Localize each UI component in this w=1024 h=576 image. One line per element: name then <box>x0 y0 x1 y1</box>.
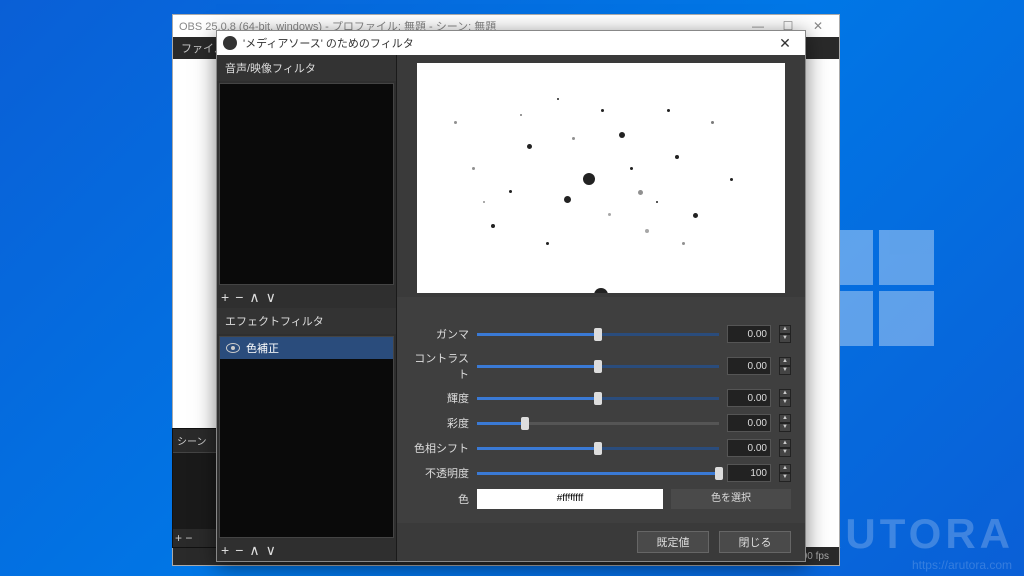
opacity-slider[interactable] <box>477 472 719 475</box>
opacity-label: 不透明度 <box>411 465 469 481</box>
dialog-footer: 既定値 閉じる <box>397 523 805 561</box>
filter-lists-panel: 音声/映像フィルタ + − ∧ ∨ エフェクトフィルタ 色補正 + − ∧ ∨ <box>217 55 397 561</box>
contrast-row: コントラスト ▲▼ <box>411 350 791 382</box>
up-icon[interactable]: ∧ <box>249 289 259 306</box>
av-filter-toolbar: + − ∧ ∨ <box>217 287 396 308</box>
opacity-input[interactable] <box>727 464 771 482</box>
opacity-row: 不透明度 ▲▼ <box>411 464 791 482</box>
down-icon[interactable]: ∨ <box>266 289 276 306</box>
spinner-down-icon[interactable]: ▼ <box>779 448 791 457</box>
saturation-input[interactable] <box>727 414 771 432</box>
spinner-down-icon[interactable]: ▼ <box>779 366 791 375</box>
spinner-up-icon[interactable]: ▲ <box>779 464 791 473</box>
select-color-button[interactable]: 色を選択 <box>671 489 791 509</box>
filter-properties: ガンマ ▲▼ コントラスト ▲▼ 輝度 ▲▼ <box>397 297 805 523</box>
spinner-down-icon[interactable]: ▼ <box>779 423 791 432</box>
spinner-down-icon[interactable]: ▼ <box>779 334 791 343</box>
brightness-label: 輝度 <box>411 390 469 406</box>
brightness-row: 輝度 ▲▼ <box>411 389 791 407</box>
remove-icon[interactable]: − <box>235 289 243 306</box>
saturation-slider[interactable] <box>477 422 719 425</box>
spinner-up-icon[interactable]: ▲ <box>779 325 791 334</box>
remove-icon[interactable]: − <box>185 531 192 545</box>
spinner-up-icon[interactable]: ▲ <box>779 439 791 448</box>
contrast-label: コントラスト <box>411 350 469 382</box>
dialog-title: 'メディアソース' のためのフィルタ <box>243 35 414 51</box>
filter-preview <box>417 63 785 293</box>
spinner-up-icon[interactable]: ▲ <box>779 389 791 398</box>
gamma-slider[interactable] <box>477 333 719 336</box>
remove-icon[interactable]: − <box>235 542 243 559</box>
color-row: 色 #ffffffff 色を選択 <box>411 489 791 509</box>
add-icon[interactable]: + <box>175 531 182 545</box>
gamma-input[interactable] <box>727 325 771 343</box>
hue-label: 色相シフト <box>411 440 469 456</box>
effect-filter-label: エフェクトフィルタ <box>217 308 396 334</box>
hue-row: 色相シフト ▲▼ <box>411 439 791 457</box>
audio-video-filter-list[interactable] <box>219 83 394 285</box>
gamma-label: ガンマ <box>411 326 469 342</box>
up-icon[interactable]: ∧ <box>249 542 259 559</box>
filter-dialog: 'メディアソース' のためのフィルタ ✕ 音声/映像フィルタ + − ∧ ∨ エ… <box>216 30 806 562</box>
spinner-up-icon[interactable]: ▲ <box>779 357 791 366</box>
down-icon[interactable]: ∨ <box>266 542 276 559</box>
hue-input[interactable] <box>727 439 771 457</box>
dialog-close-button[interactable]: ✕ <box>771 35 799 52</box>
close-button[interactable]: 閉じる <box>719 531 791 553</box>
saturation-label: 彩度 <box>411 415 469 431</box>
filter-item-label: 色補正 <box>246 340 279 356</box>
watermark-url: https://arutora.com <box>912 558 1012 572</box>
contrast-input[interactable] <box>727 357 771 375</box>
hue-slider[interactable] <box>477 447 719 450</box>
spinner-down-icon[interactable]: ▼ <box>779 473 791 482</box>
dialog-titlebar[interactable]: 'メディアソース' のためのフィルタ ✕ <box>217 31 805 55</box>
visibility-icon[interactable] <box>226 343 240 353</box>
filter-item-color-correction[interactable]: 色補正 <box>220 337 393 359</box>
add-icon[interactable]: + <box>221 542 229 559</box>
spinner-up-icon[interactable]: ▲ <box>779 414 791 423</box>
gamma-row: ガンマ ▲▼ <box>411 325 791 343</box>
audio-video-filter-label: 音声/映像フィルタ <box>217 55 396 81</box>
brightness-slider[interactable] <box>477 397 719 400</box>
add-icon[interactable]: + <box>221 289 229 306</box>
color-label: 色 <box>411 491 469 507</box>
obs-icon <box>223 36 237 50</box>
close-button[interactable]: ✕ <box>803 19 833 33</box>
contrast-slider[interactable] <box>477 365 719 368</box>
brightness-input[interactable] <box>727 389 771 407</box>
saturation-row: 彩度 ▲▼ <box>411 414 791 432</box>
effect-filter-list[interactable]: 色補正 <box>219 336 394 538</box>
defaults-button[interactable]: 既定値 <box>637 531 709 553</box>
spinner-down-icon[interactable]: ▼ <box>779 398 791 407</box>
color-value-button[interactable]: #ffffffff <box>477 489 663 509</box>
effect-filter-toolbar: + − ∧ ∨ <box>217 540 396 561</box>
